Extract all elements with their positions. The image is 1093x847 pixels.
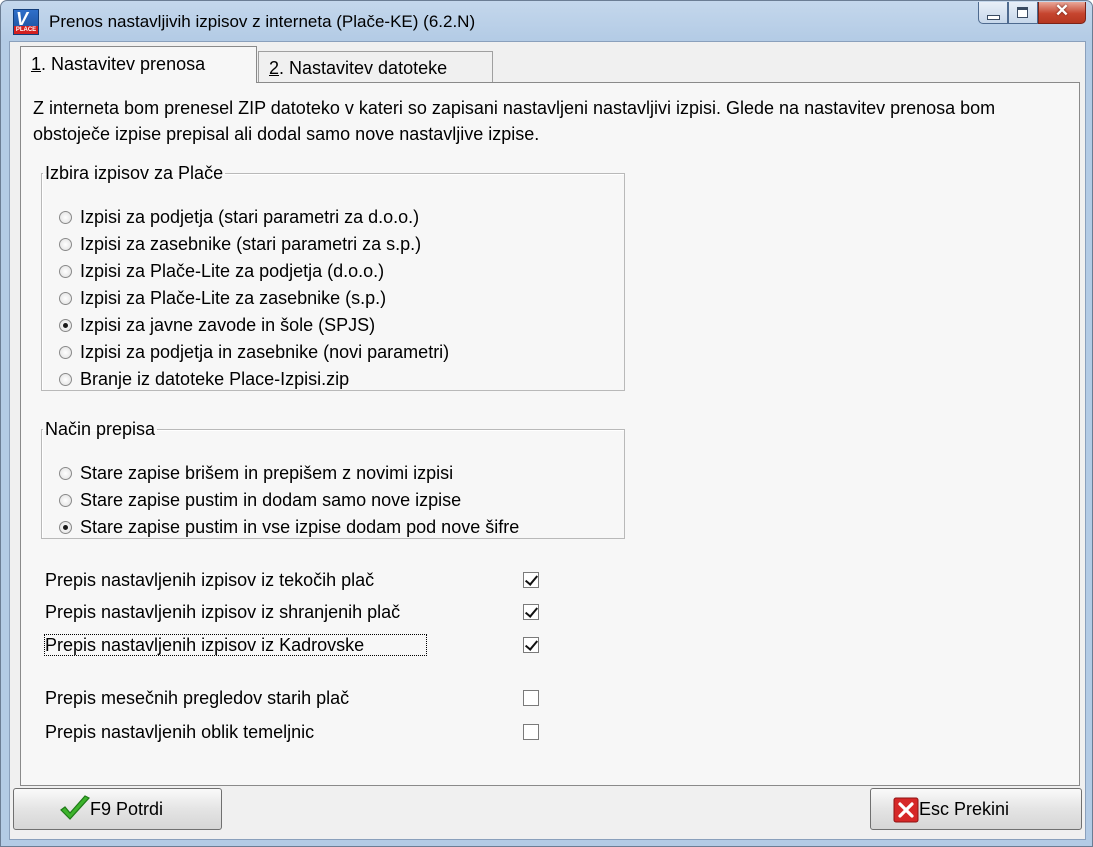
radio-selected-icon [59,319,72,332]
option-label: Stare zapise pustim in vse izpise dodam … [80,517,520,537]
mode-option[interactable]: Stare zapise brišem in prepišem z novimi… [59,460,453,486]
tab-label: . Nastavitev datoteke [279,58,448,78]
option-label: Branje iz datoteke Place-Izpisi.zip [80,369,350,389]
cancel-label: Esc Prekini [919,798,1010,819]
radio-icon [59,494,72,507]
checkbox-row[interactable]: Prepis nastavljenih izpisov iz shranjeni… [45,597,539,627]
mode-group-legend: Način prepisa [45,419,156,439]
maximize-icon [1017,7,1028,18]
tab-file-settings[interactable]: 2. Nastavitev datoteke [258,51,493,83]
checkbox-unchecked-icon[interactable] [523,724,539,740]
close-button[interactable]: ✕ [1038,1,1086,24]
radio-icon [59,346,72,359]
radio-icon [59,265,72,278]
option-label: Izpisi za zasebnike (stari parametri za … [80,234,422,254]
option-label: Izpisi za podjetja (stari parametri za d… [80,207,420,227]
mode-option[interactable]: Stare zapise pustim in vse izpise dodam … [59,514,519,540]
selection-option[interactable]: Izpisi za zasebnike (stari parametri za … [59,231,421,257]
selection-option[interactable]: Branje iz datoteke Place-Izpisi.zip [59,366,349,392]
selection-option[interactable]: Izpisi za podjetja (stari parametri za d… [59,204,419,230]
tab-hotkey: 1 [31,54,42,74]
option-label: Stare zapise pustim in dodam samo nove i… [80,490,462,510]
confirm-label: F9 Potrdi [90,798,164,819]
selection-option[interactable]: Izpisi za Plače-Lite za zasebnike (s.p.) [59,285,386,311]
radio-icon [59,238,72,251]
tab-transfer-settings[interactable]: 1. Nastavitev prenosa [20,46,257,83]
checkbox-unchecked-icon[interactable] [523,690,539,706]
option-label: Izpisi za podjetja in zasebnike (novi pa… [80,342,450,362]
radio-icon [59,292,72,305]
radio-icon [59,467,72,480]
window-controls: ✕ [978,1,1086,24]
window-title: Prenos nastavljivih izpisov z interneta … [49,12,476,31]
radio-selected-icon [59,521,72,534]
mode-group: Način prepisa Stare zapise brišem in pre… [41,419,625,539]
tab-panel: Z interneta bom prenesel ZIP datoteko v … [20,82,1080,786]
check-icon [60,795,90,820]
selection-option[interactable]: Izpisi za javne zavode in šole (SPJS) [59,312,375,338]
tab-hotkey: 2 [269,58,280,78]
checkbox-checked-icon[interactable] [523,572,539,588]
selection-group-legend: Izbira izpisov za Plače [45,163,224,183]
title-bar[interactable]: V PLACE Prenos nastavljivih izpisov z in… [1,1,1092,41]
checkbox-checked-icon[interactable] [523,604,539,620]
checkbox-row[interactable]: Prepis mesečnih pregledov starih plač [45,683,539,713]
checkbox-row[interactable]: Prepis nastavljenih izpisov iz tekočih p… [45,565,539,595]
checkbox-checked-icon[interactable] [523,637,539,653]
confirm-button[interactable]: F9 Potrdi [13,788,222,830]
checkbox-label: Prepis mesečnih pregledov starih plač [45,688,350,708]
minimize-icon [987,15,1000,20]
checkbox-label: Prepis nastavljenih izpisov iz tekočih p… [45,570,375,590]
mode-option[interactable]: Stare zapise pustim in dodam samo nove i… [59,487,461,513]
maximize-button[interactable] [1008,2,1038,24]
checkbox-label: Prepis nastavljenih izpisov iz Kadrovske [43,634,428,656]
selection-option[interactable]: Izpisi za Plače-Lite za podjetja (d.o.o.… [59,258,384,284]
selection-option[interactable]: Izpisi za podjetja in zasebnike (novi pa… [59,339,449,365]
app-icon-tag: PLACE [14,26,38,34]
checkbox-row[interactable]: Prepis nastavljenih oblik temeljnic [45,717,539,747]
checkbox-row-focused[interactable]: Prepis nastavljenih izpisov iz Kadrovske [43,630,539,660]
option-label: Izpisi za Plače-Lite za zasebnike (s.p.) [80,288,387,308]
tab-label: . Nastavitev prenosa [41,54,206,74]
cancel-x-icon [893,797,919,823]
option-label: Izpisi za Plače-Lite za podjetja (d.o.o.… [80,261,385,281]
radio-icon [59,373,72,386]
option-label: Stare zapise brišem in prepišem z novimi… [80,463,454,483]
selection-group: Izbira izpisov za Plače Izpisi za podjet… [41,163,625,391]
checkbox-label: Prepis nastavljenih oblik temeljnic [45,722,315,742]
dialog-client: 1. Nastavitev prenosa 2. Nastavitev dato… [9,41,1086,840]
minimize-button[interactable] [978,2,1008,24]
dialog-window: V PLACE Prenos nastavljivih izpisov z in… [0,0,1093,847]
close-icon: ✕ [1054,1,1070,20]
option-label: Izpisi za javne zavode in šole (SPJS) [80,315,376,335]
radio-icon [59,211,72,224]
cancel-button[interactable]: Esc Prekini [870,788,1082,830]
intro-text: Z interneta bom prenesel ZIP datoteko v … [33,98,996,144]
checkbox-label: Prepis nastavljenih izpisov iz shranjeni… [45,602,401,622]
app-icon: V PLACE [13,9,39,35]
